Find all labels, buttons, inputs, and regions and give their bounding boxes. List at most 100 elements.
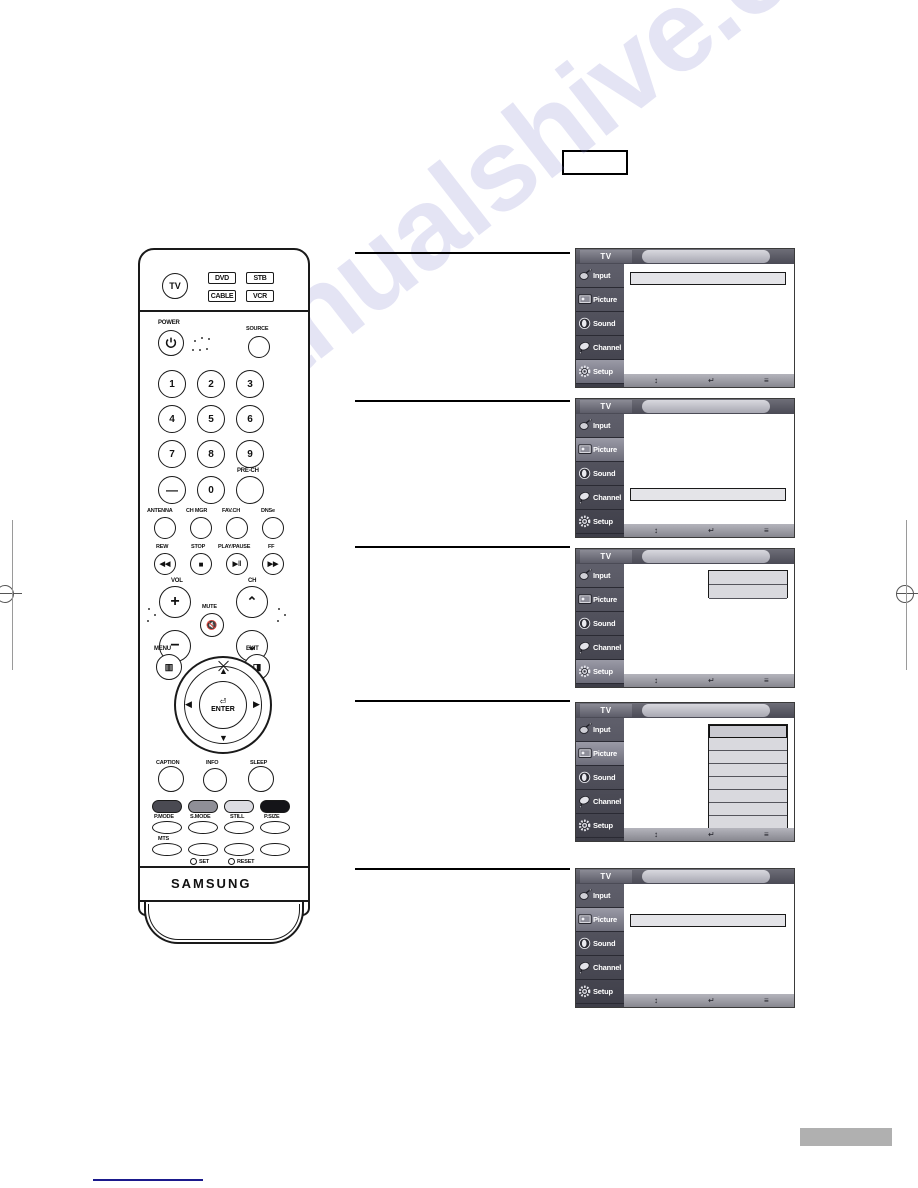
osd-highlighted-field[interactable]	[630, 914, 786, 927]
osd-sidebar-item-picture[interactable]: Picture	[576, 742, 624, 766]
osd-dropdown-item[interactable]	[709, 738, 787, 751]
osd-dropdown-list[interactable]	[708, 724, 788, 829]
remote-button-3[interactable]: 3	[236, 370, 264, 398]
osd-dropdown-item[interactable]	[709, 777, 787, 790]
osd-dropdown-item[interactable]	[709, 803, 787, 816]
osd-sidebar-item-channel[interactable]: Channel	[576, 956, 624, 980]
remote-button-9[interactable]: 9	[236, 440, 264, 468]
osd-sidebar-item-sound[interactable]: Sound	[576, 612, 624, 636]
remote-button-info[interactable]	[203, 768, 227, 792]
remote-button-fav-ch[interactable]	[226, 517, 248, 539]
osd-sidebar-item-sound[interactable]: Sound	[576, 312, 624, 336]
remote-button-ch-mgr[interactable]	[190, 517, 212, 539]
remote-button-aux2[interactable]	[188, 843, 218, 856]
osd-sidebar-item-channel[interactable]: Channel	[576, 336, 624, 360]
osd-sidebar-item-channel[interactable]: Channel	[576, 486, 624, 510]
osd-dropdown-item[interactable]	[709, 790, 787, 803]
remote-button-enter[interactable]: ⏎ ENTER	[199, 681, 247, 729]
remote-button-2[interactable]: 2	[197, 370, 225, 398]
remote-button-vcr[interactable]: VCR	[246, 290, 274, 302]
dpad-left-icon[interactable]: ◀	[185, 700, 192, 709]
osd-tv-tab[interactable]: TV	[580, 250, 632, 263]
osd-highlighted-field[interactable]	[630, 272, 786, 285]
remote-button-stop[interactable]: ■	[190, 553, 212, 575]
osd-sidebar-item-sound[interactable]: Sound	[576, 766, 624, 790]
osd-sidebar-item-setup[interactable]: Setup	[576, 814, 624, 838]
remote-button-dnse[interactable]	[262, 517, 284, 539]
remote-button-mts[interactable]	[152, 843, 182, 856]
remote-button-tv[interactable]: TV	[162, 273, 188, 299]
osd-dropdown-item[interactable]	[709, 571, 787, 585]
remote-button-vol-up[interactable]: +	[159, 586, 191, 618]
osd-menu-panel: TV Input Picture Sound Channel Setup ↕ ↵ ≡	[575, 868, 795, 1008]
osd-tv-tab[interactable]: TV	[580, 704, 632, 717]
osd-dropdown-item[interactable]	[709, 585, 787, 599]
osd-sidebar-item-setup[interactable]: Setup	[576, 510, 624, 534]
header-note-box	[562, 150, 628, 175]
remote-button-p-size-color[interactable]	[260, 800, 290, 813]
remote-button-menu[interactable]: ▥	[156, 654, 182, 680]
osd-tv-tab[interactable]: TV	[580, 870, 632, 883]
osd-sidebar-item-input[interactable]: Input	[576, 414, 624, 438]
remote-button-5[interactable]: 5	[197, 405, 225, 433]
dpad-right-icon[interactable]: ▶	[253, 700, 260, 709]
osd-sidebar-item-setup[interactable]: Setup	[576, 660, 624, 684]
osd-sidebar-item-sound[interactable]: Sound	[576, 462, 624, 486]
remote-button-7[interactable]: 7	[158, 440, 186, 468]
remote-button-dvd-label: DVD	[215, 274, 229, 282]
osd-tv-tab[interactable]: TV	[580, 550, 632, 563]
osd-sidebar-item-input[interactable]: Input	[576, 264, 624, 288]
remote-button-p-mode-color[interactable]	[152, 800, 182, 813]
dpad-down-icon[interactable]: ▼	[219, 734, 228, 743]
osd-sidebar-item-picture[interactable]: Picture	[576, 908, 624, 932]
remote-button-play-pause[interactable]: ▶‖	[226, 553, 248, 575]
remote-button-source[interactable]	[248, 336, 270, 358]
remote-button-still[interactable]	[224, 821, 254, 834]
osd-sidebar-item-picture[interactable]: Picture	[576, 438, 624, 462]
remote-button-1[interactable]: 1	[158, 370, 186, 398]
remote-button-aux3[interactable]	[224, 843, 254, 856]
remote-button-rew[interactable]: ◀◀	[154, 553, 176, 575]
remote-button-0[interactable]: 0	[197, 476, 225, 504]
remote-button-8[interactable]: 8	[197, 440, 225, 468]
osd-sidebar-item-picture[interactable]: Picture	[576, 288, 624, 312]
remote-button-power[interactable]	[158, 330, 184, 356]
osd-sidebar-item-setup[interactable]: Setup	[576, 980, 624, 1004]
remote-button-cable[interactable]: CABLE	[208, 290, 236, 302]
remote-button-antenna[interactable]	[154, 517, 176, 539]
remote-button-p-size[interactable]	[260, 821, 290, 834]
osd-sidebar-item-setup[interactable]: Setup	[576, 360, 624, 384]
osd-dropdown-item[interactable]	[709, 764, 787, 777]
remote-button-pre-ch[interactable]	[236, 476, 264, 504]
remote-button-dash[interactable]: —	[158, 476, 186, 504]
remote-button-aux4[interactable]	[260, 843, 290, 856]
remote-button-6[interactable]: 6	[236, 405, 264, 433]
remote-button-sleep[interactable]	[248, 766, 274, 792]
remote-button-set[interactable]	[190, 858, 197, 865]
remote-button-stb[interactable]: STB	[246, 272, 274, 284]
osd-dropdown-list[interactable]	[708, 570, 788, 599]
osd-sidebar-item-input[interactable]: Input	[576, 884, 624, 908]
remote-button-dvd[interactable]: DVD	[208, 272, 236, 284]
osd-tv-tab[interactable]: TV	[580, 400, 632, 413]
remote-button-4[interactable]: 4	[158, 405, 186, 433]
osd-sidebar-item-input[interactable]: Input	[576, 718, 624, 742]
osd-sidebar-item-channel[interactable]: Channel	[576, 790, 624, 814]
osd-sidebar-item-channel[interactable]: Channel	[576, 636, 624, 660]
remote-button-ff[interactable]: ▶▶	[262, 553, 284, 575]
remote-button-p-mode[interactable]	[152, 821, 182, 834]
remote-button-still-color[interactable]	[224, 800, 254, 813]
osd-sidebar-item-picture[interactable]: Picture	[576, 588, 624, 612]
remote-button-ch-up[interactable]: ⌃	[236, 586, 268, 618]
osd-sidebar-item-sound[interactable]: Sound	[576, 932, 624, 956]
osd-dropdown-item[interactable]	[709, 751, 787, 764]
remote-button-s-mode-color[interactable]	[188, 800, 218, 813]
remote-button-s-mode[interactable]	[188, 821, 218, 834]
osd-dropdown-item[interactable]	[709, 725, 787, 738]
remote-button-caption[interactable]	[158, 766, 184, 792]
remote-button-reset[interactable]	[228, 858, 235, 865]
remote-button-mute[interactable]: 🔇	[200, 613, 224, 637]
osd-highlighted-field[interactable]	[630, 488, 786, 501]
osd-sidebar-item-input[interactable]: Input	[576, 564, 624, 588]
osd-sidebar-item-label: Picture	[593, 595, 618, 604]
